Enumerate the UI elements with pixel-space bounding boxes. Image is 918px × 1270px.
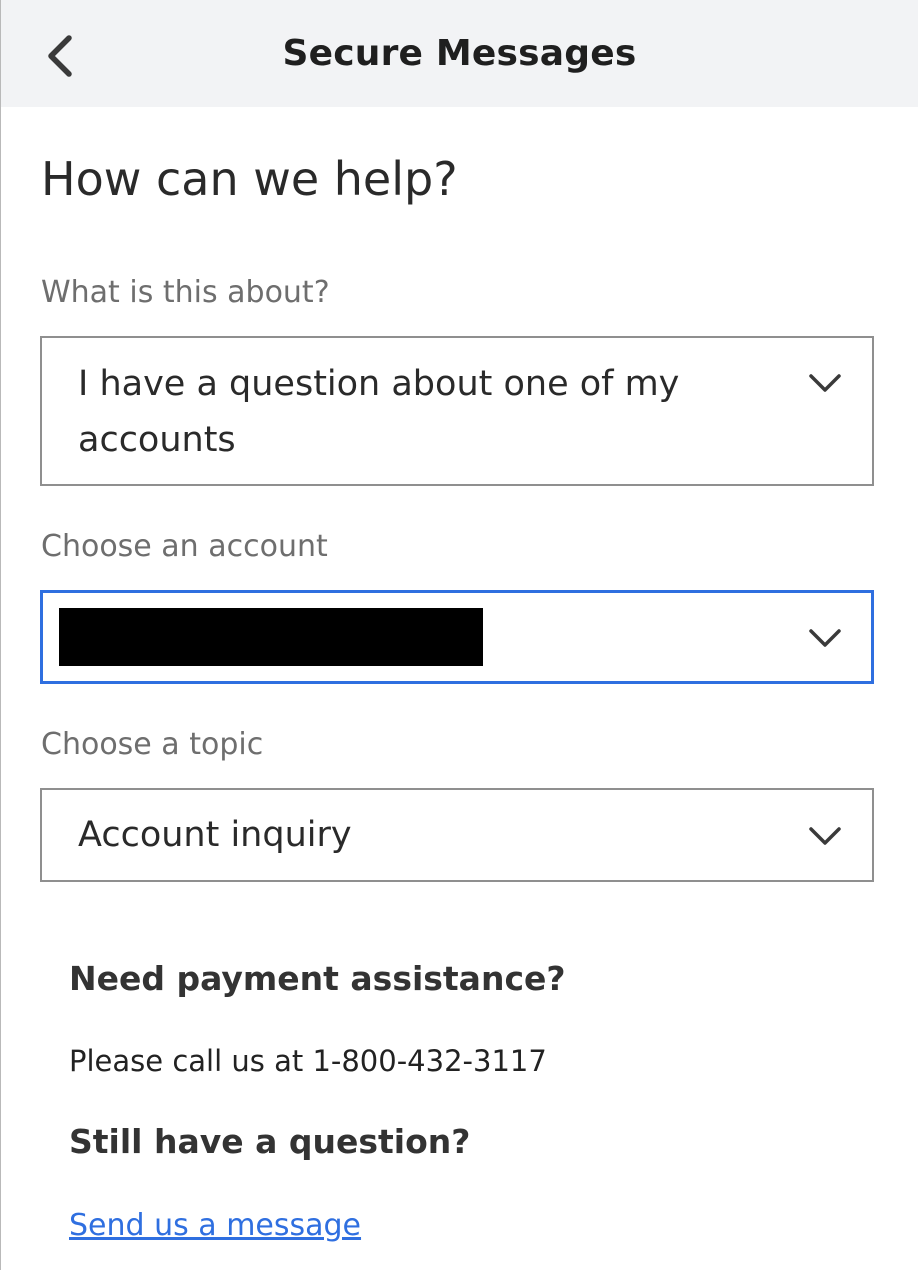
secure-messages-page: Secure Messages How can we help? What is…	[0, 0, 918, 1270]
about-select[interactable]: I have a question about one of my accoun…	[40, 336, 874, 486]
about-select-value-line1: I have a question about one of my	[78, 364, 680, 404]
chevron-down-icon	[809, 629, 841, 647]
payment-heading: Need payment assistance?	[69, 959, 566, 998]
payment-phone-text: Please call us at 1-800-432-3117	[69, 1044, 547, 1078]
chevron-down-icon	[809, 374, 841, 392]
chevron-down-icon	[809, 827, 841, 845]
about-select-value-line2: accounts	[78, 420, 236, 460]
topic-select[interactable]: Account inquiry	[40, 788, 874, 882]
page-title: How can we help?	[41, 152, 458, 206]
about-label: What is this about?	[41, 275, 330, 310]
account-label: Choose an account	[41, 529, 328, 564]
topic-label: Choose a topic	[41, 727, 264, 762]
header-title: Secure Messages	[282, 33, 637, 74]
app-header: Secure Messages	[1, 0, 918, 107]
account-select[interactable]	[40, 590, 874, 684]
question-heading: Still have a question?	[69, 1122, 471, 1161]
send-message-link[interactable]: Send us a message	[69, 1208, 361, 1243]
redacted-account-value	[59, 608, 483, 666]
topic-select-value: Account inquiry	[78, 815, 352, 855]
